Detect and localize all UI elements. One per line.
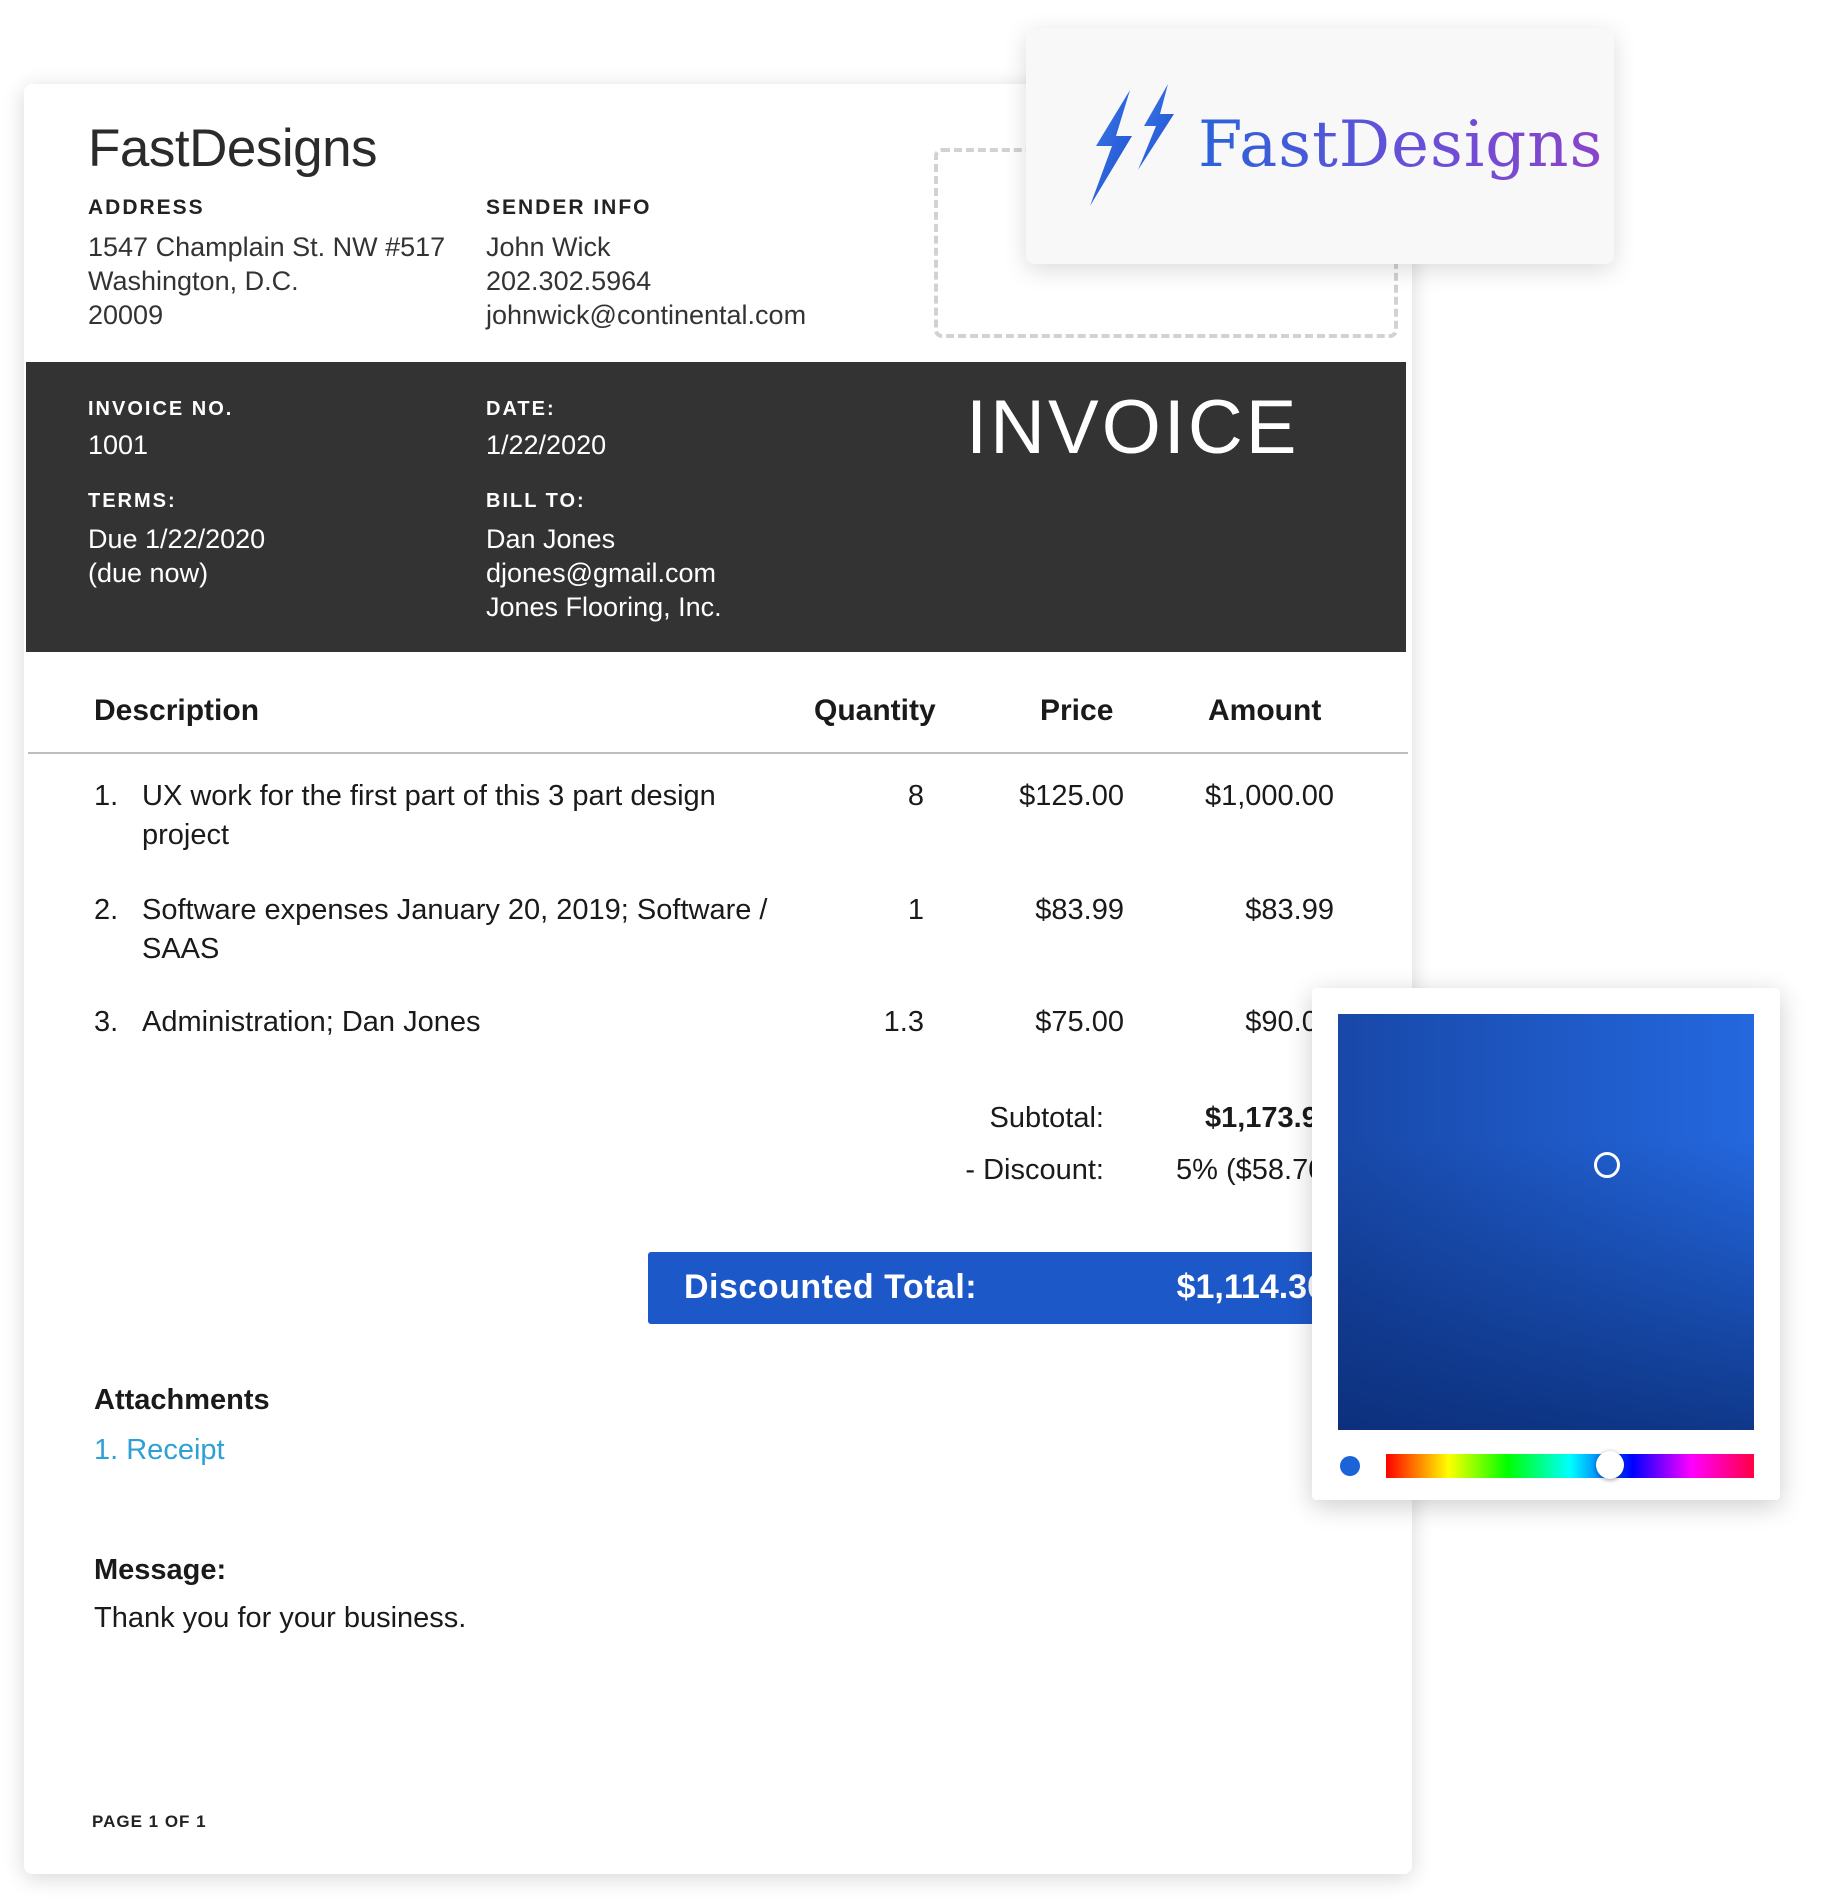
row-amount: $83.99 <box>1245 894 1334 926</box>
color-selector-handle[interactable] <box>1594 1152 1620 1178</box>
logo-wordmark: FastDesigns <box>1198 108 1604 182</box>
column-header-amount: Amount <box>1208 694 1322 727</box>
row-number: 3. <box>94 1006 119 1038</box>
saturation-value-area[interactable] <box>1338 1014 1754 1430</box>
row-number: 1. <box>94 780 119 812</box>
hue-slider-handle[interactable] <box>1596 1451 1624 1479</box>
invoice-no-label: INVOICE NO. <box>88 398 234 420</box>
message-body[interactable]: Thank you for your business. <box>94 1602 466 1635</box>
company-name[interactable]: FastDesigns <box>88 118 378 179</box>
row-price[interactable]: $83.99 <box>964 894 1124 927</box>
sender-info[interactable]: John Wick 202.302.5964 johnwick@continen… <box>486 230 806 332</box>
terms-label: TERMS: <box>88 490 177 512</box>
color-picker <box>1312 988 1780 1500</box>
row-price[interactable]: $125.00 <box>964 780 1124 813</box>
row-quantity[interactable]: 8 <box>824 780 924 813</box>
attachments-title: Attachments <box>94 1384 270 1416</box>
row-amount: $1,000.00 <box>1204 780 1334 812</box>
sender-info-label: SENDER INFO <box>486 196 652 219</box>
row-description[interactable]: Administration; Dan Jones <box>142 1003 782 1042</box>
message-title: Message: <box>94 1554 227 1586</box>
row-price[interactable]: $75.00 <box>964 1006 1124 1039</box>
lightning-bolt-icon <box>1090 84 1174 206</box>
row-description[interactable]: Software expenses January 20, 2019; Soft… <box>142 891 782 969</box>
attachment-link-receipt[interactable]: 1. Receipt <box>94 1434 225 1467</box>
page-number: PAGE 1 OF 1 <box>92 1812 207 1831</box>
subtotal-value: $1,173.99 <box>1204 1102 1334 1134</box>
bill-to-label: BILL TO: <box>486 490 586 512</box>
sender-address[interactable]: 1547 Champlain St. NW #517 Washington, D… <box>88 230 445 332</box>
hue-slider[interactable] <box>1386 1451 1754 1479</box>
row-amount: $90.00 <box>1245 1006 1334 1038</box>
subtotal-label: Subtotal: <box>989 1102 1104 1134</box>
row-number: 2. <box>94 894 119 926</box>
current-color-swatch <box>1340 1456 1360 1476</box>
date-value[interactable]: 1/22/2020 <box>486 428 606 462</box>
header-divider <box>28 752 1408 754</box>
address-label: ADDRESS <box>88 196 205 219</box>
discounted-total-label: Discounted Total: <box>684 1268 978 1306</box>
discount-value[interactable]: 5% ($58.70) <box>1114 1154 1334 1187</box>
invoice-document: FastDesigns ADDRESS 1547 Champlain St. N… <box>24 84 1412 1874</box>
row-quantity[interactable]: 1 <box>824 894 924 927</box>
discounted-total-bar: Discounted Total: $1,114.30 <box>648 1252 1338 1324</box>
discounted-total-value: $1,114.30 <box>1176 1268 1326 1306</box>
invoice-header-band: INVOICE NO. 1001 DATE: 1/22/2020 TERMS: … <box>26 362 1406 652</box>
column-header-price: Price <box>1040 694 1114 727</box>
invoice-title: INVOICE <box>966 385 1300 470</box>
logo-card: FastDesigns <box>1026 28 1614 264</box>
column-header-description: Description <box>94 694 260 727</box>
row-description[interactable]: UX work for the first part of this 3 par… <box>142 777 782 855</box>
row-quantity[interactable]: 1.3 <box>824 1006 924 1039</box>
terms-value[interactable]: Due 1/22/2020 (due now) <box>88 522 265 590</box>
invoice-no-value[interactable]: 1001 <box>88 428 148 462</box>
column-header-quantity: Quantity <box>814 694 936 727</box>
bill-to-value[interactable]: Dan Jones djones@gmail.com Jones Floorin… <box>486 522 722 624</box>
date-label: DATE: <box>486 398 556 420</box>
discount-label: - Discount: <box>965 1154 1104 1186</box>
